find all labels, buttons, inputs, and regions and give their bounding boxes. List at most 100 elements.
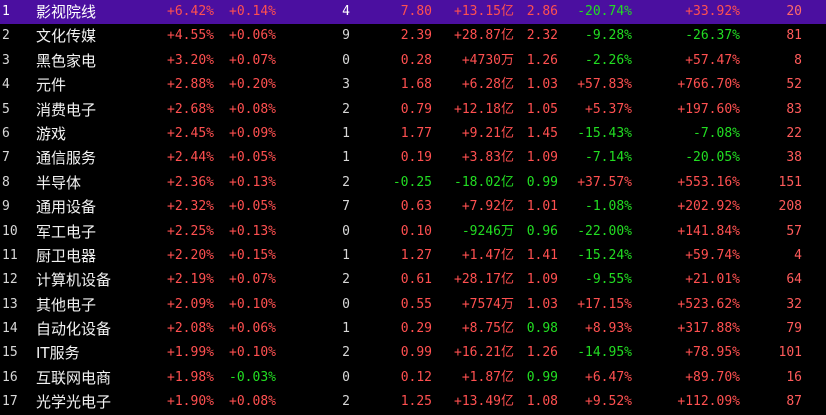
table-row[interactable]: 1 影视院线 +6.42% +0.14% 4 7.80 +13.15亿 2.86 -20.74%…: [0, 0, 826, 25]
count: 2: [342, 174, 350, 190]
ratio: 0.96: [526, 223, 558, 239]
net-flow: +7574万: [461, 296, 514, 312]
period-change: +37.57%: [577, 174, 632, 190]
count: 4: [342, 4, 350, 19]
stock-count: 22: [786, 125, 802, 141]
table-row[interactable]: 12 计算机设备 +2.19% +0.07% 2 0.61 +28.17亿 1.09 -9.55…: [0, 268, 826, 292]
ratio: 1.05: [526, 101, 558, 117]
year-change: +89.70%: [685, 369, 740, 385]
stock-count: 87: [786, 394, 802, 410]
row-index: 11: [2, 247, 18, 263]
value-a: 0.99: [400, 345, 432, 361]
stock-count: 151: [778, 174, 802, 190]
period-change: -1.08%: [585, 199, 632, 215]
table-row[interactable]: 15 IT服务 +1.99% +0.10% 2 0.99 +16.21亿 1.26 -14.95…: [0, 341, 826, 365]
speed-pct: +0.13%: [229, 174, 276, 190]
row-index: 6: [2, 125, 10, 141]
change-pct: +2.25%: [167, 223, 214, 239]
stock-count: 101: [778, 345, 802, 361]
year-change: +59.74%: [685, 247, 740, 263]
change-pct: +2.36%: [167, 174, 214, 190]
sector-name: 互联网电商: [36, 368, 112, 387]
ratio: 1.41: [526, 247, 558, 263]
change-pct: +2.68%: [167, 101, 214, 117]
value-a: 2.39: [400, 28, 432, 44]
table-row[interactable]: 4 元件 +2.88% +0.20% 3 1.68 +6.28亿 1.03 +57.83% +76…: [0, 73, 826, 97]
speed-pct: +0.06%: [229, 28, 276, 44]
period-change: -15.24%: [577, 247, 632, 263]
table-row[interactable]: 8 半导体 +2.36% +0.13% 2 -0.25 -18.02亿 0.99 +37.57%…: [0, 171, 826, 195]
year-change: +57.47%: [685, 52, 740, 68]
row-index: 7: [2, 150, 10, 166]
period-change: +8.93%: [585, 321, 632, 337]
table-row[interactable]: 14 自动化设备 +2.08% +0.06% 1 0.29 +8.75亿 0.98 +8.93%…: [0, 317, 826, 341]
row-index: 2: [2, 28, 10, 44]
speed-pct: +0.06%: [229, 321, 276, 337]
sector-name: 通用设备: [36, 198, 97, 217]
value-a: 0.28: [400, 52, 432, 68]
speed-pct: +0.07%: [229, 272, 276, 288]
period-change: -7.14%: [585, 150, 632, 166]
ratio: 2.86: [526, 4, 558, 19]
net-flow: +13.15亿: [454, 4, 514, 19]
table-row[interactable]: 10 军工电子 +2.25% +0.13% 0 0.10 -9246万 0.96 -22.00%…: [0, 220, 826, 244]
year-change: +523.62%: [677, 296, 740, 312]
year-change: +197.60%: [677, 101, 740, 117]
change-pct: +2.88%: [167, 77, 214, 93]
period-change: -14.95%: [577, 345, 632, 361]
speed-pct: +0.13%: [229, 223, 276, 239]
change-pct: +6.42%: [167, 4, 214, 19]
period-change: +17.15%: [577, 296, 632, 312]
table-row[interactable]: 7 通信服务 +2.44% +0.05% 1 0.19 +3.83亿 1.09 -7.14% -2…: [0, 146, 826, 170]
year-change: +112.09%: [677, 394, 740, 410]
count: 1: [342, 321, 350, 337]
row-index: 10: [2, 223, 18, 239]
year-change: -20.05%: [685, 150, 740, 166]
table-row[interactable]: 3 黑色家电 +3.20% +0.07% 0 0.28 +4730万 1.26 -2.26% +5…: [0, 49, 826, 73]
value-a: 0.10: [400, 223, 432, 239]
table-row[interactable]: 11 厨卫电器 +2.20% +0.15% 1 1.27 +1.47亿 1.41 -15.24%…: [0, 244, 826, 268]
speed-pct: +0.10%: [229, 345, 276, 361]
count: 1: [342, 247, 350, 263]
row-index: 14: [2, 321, 18, 337]
speed-pct: +0.10%: [229, 296, 276, 312]
period-change: -20.74%: [577, 4, 632, 19]
table-row[interactable]: 9 通用设备 +2.32% +0.05% 7 0.63 +7.92亿 1.01 -1.08% +2…: [0, 195, 826, 219]
value-a: 0.55: [400, 296, 432, 312]
change-pct: +1.99%: [167, 345, 214, 361]
table-row[interactable]: 13 其他电子 +2.09% +0.10% 0 0.55 +7574万 1.03 +17.15%…: [0, 293, 826, 317]
count: 0: [342, 223, 350, 239]
table-row[interactable]: 17 光学光电子 +1.90% +0.08% 2 1.25 +13.49亿 1.08 +9.52…: [0, 390, 826, 414]
stock-count: 81: [786, 28, 802, 44]
stock-count: 16: [786, 369, 802, 385]
table-row[interactable]: 16 互联网电商 +1.98% -0.03% 0 0.12 +1.87亿 0.99 +6.47%…: [0, 366, 826, 390]
ratio: 1.45: [526, 125, 558, 141]
net-flow: -18.02亿: [454, 174, 514, 190]
table-row[interactable]: 6 游戏 +2.45% +0.09% 1 1.77 +9.21亿 1.45 -15.43% -7.…: [0, 122, 826, 146]
net-flow: +16.21亿: [454, 345, 514, 361]
sector-name: 通信服务: [36, 149, 97, 168]
year-change: -26.37%: [685, 28, 740, 44]
speed-pct: +0.20%: [229, 77, 276, 93]
ratio: 1.09: [526, 272, 558, 288]
period-change: +57.83%: [577, 77, 632, 93]
row-index: 1: [2, 4, 10, 19]
change-pct: +2.20%: [167, 247, 214, 263]
ratio: 1.03: [526, 296, 558, 312]
table-row[interactable]: 2 文化传媒 +4.55% +0.06% 9 2.39 +28.87亿 2.32 -9.28% -…: [0, 24, 826, 48]
stock-count: 4: [794, 247, 802, 263]
row-index: 13: [2, 296, 18, 312]
net-flow: -9246万: [461, 223, 514, 239]
speed-pct: +0.07%: [229, 52, 276, 68]
row-index: 16: [2, 369, 18, 385]
count: 0: [342, 52, 350, 68]
ratio: 1.26: [526, 345, 558, 361]
table-row[interactable]: 5 消费电子 +2.68% +0.08% 2 0.79 +12.18亿 1.05 +5.37% +…: [0, 98, 826, 122]
net-flow: +28.87亿: [454, 28, 514, 44]
speed-pct: +0.08%: [229, 394, 276, 410]
value-a: 0.61: [400, 272, 432, 288]
count: 1: [342, 150, 350, 166]
ratio: 1.09: [526, 150, 558, 166]
net-flow: +1.87亿: [461, 369, 514, 385]
sector-name: 元件: [36, 76, 67, 95]
